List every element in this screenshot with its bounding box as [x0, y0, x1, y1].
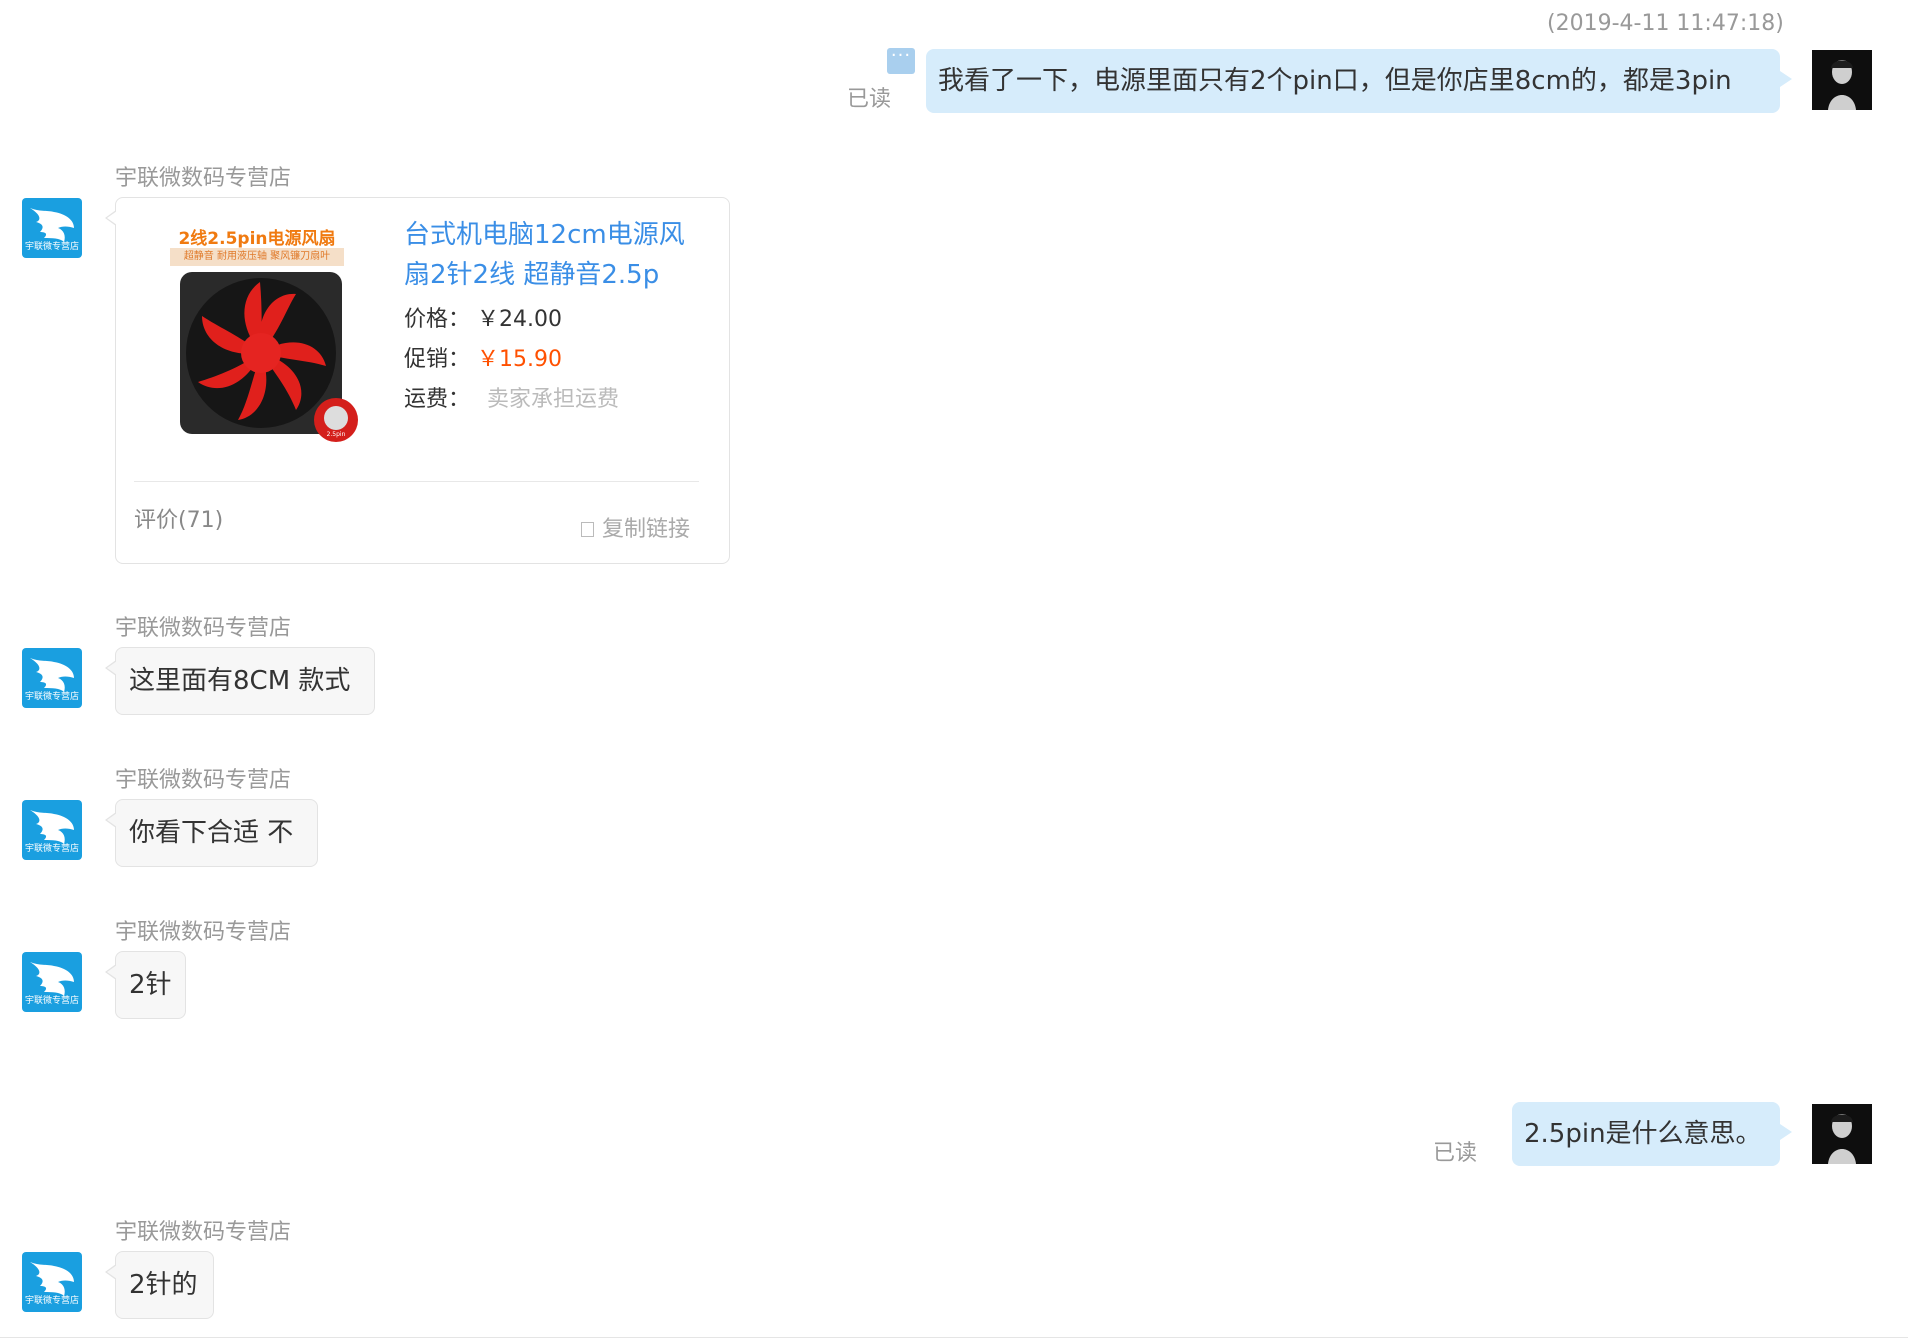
- bottom-divider: [0, 1337, 1908, 1338]
- promo-row: 促销： ￥15.90: [404, 341, 562, 373]
- shipping-row: 运费： 卖家承担运费: [404, 381, 619, 413]
- card-divider: [134, 481, 699, 482]
- shop-avatar[interactable]: 宇联微专营店: [22, 1252, 82, 1312]
- product-image-tagline: 超静音 耐用液压轴 聚风镰刀扇叶: [170, 248, 344, 266]
- product-title-link[interactable]: 台式机电脑12cm电源风扇2针2线 超静音2.5p: [404, 215, 709, 295]
- shop-avatar-label: 宇联微专营店: [24, 996, 79, 1006]
- promo-label: 促销：: [404, 347, 471, 372]
- copy-icon: [581, 522, 594, 537]
- incoming-message[interactable]: 你看下合适 不: [105, 799, 318, 867]
- sender-name: 宇联微数码专营店: [115, 920, 292, 945]
- outgoing-message[interactable]: 我看了一下，电源里面只有2个pin口，但是你店里8cm的，都是3pin: [926, 49, 1792, 113]
- shop-avatar[interactable]: 宇联微专营店: [22, 198, 82, 258]
- product-image-caption: 2线2.5pin电源风扇: [178, 229, 336, 249]
- shop-avatar-label: 宇联微专营店: [24, 844, 79, 854]
- original-price: ￥24.00: [477, 307, 562, 332]
- review-count-link[interactable]: 评价(71): [134, 502, 223, 534]
- shop-avatar[interactable]: 宇联微专营店: [22, 800, 82, 860]
- sender-name: 宇联微数码专营店: [115, 616, 292, 641]
- copy-link-button[interactable]: 复制链接: [581, 511, 690, 543]
- price-row: 价格： ￥24.00: [404, 301, 562, 333]
- shop-avatar[interactable]: 宇联微专营店: [22, 648, 82, 708]
- incoming-message[interactable]: 这里面有8CM 款式: [105, 647, 375, 715]
- shop-avatar-label: 宇联微专营店: [24, 1296, 79, 1306]
- copy-link-label: 复制链接: [602, 517, 691, 542]
- shop-avatar-label: 宇联微专营店: [24, 692, 79, 702]
- user-avatar-image: [1812, 50, 1872, 110]
- read-status: 已读: [847, 87, 892, 112]
- promo-price: ￥15.90: [477, 347, 562, 372]
- incoming-message[interactable]: 2针的: [105, 1251, 214, 1319]
- sender-name: 宇联微数码专营店: [115, 166, 292, 191]
- shop-avatar[interactable]: 宇联微专营店: [22, 952, 82, 1012]
- product-image[interactable]: 2线2.5pin电源风扇 超静音 耐用液压轴 聚风镰刀扇叶 2.5pin: [164, 224, 358, 442]
- sender-name: 宇联微数码专营店: [115, 1220, 292, 1245]
- read-status: 已读: [1433, 1141, 1478, 1166]
- incoming-message[interactable]: 2针: [105, 951, 186, 1019]
- shop-avatar-label: 宇联微专营店: [24, 242, 79, 252]
- fan-badge-label: 2.5pin: [327, 431, 346, 438]
- fan-illustration: 2.5pin: [180, 272, 358, 442]
- user-avatar-image: [1812, 1104, 1872, 1164]
- shipping-label: 运费：: [404, 387, 471, 412]
- more-options-icon[interactable]: ···: [887, 47, 915, 74]
- shipping-value: 卖家承担运费: [487, 387, 620, 412]
- price-label: 价格：: [404, 307, 471, 332]
- user-avatar[interactable]: [1812, 50, 1872, 110]
- outgoing-message[interactable]: 2.5pin是什么意思。: [1512, 1102, 1792, 1166]
- product-card[interactable]: 2线2.5pin电源风扇 超静音 耐用液压轴 聚风镰刀扇叶 2.5pin 台式机…: [105, 197, 730, 564]
- message-timestamp: (2019-4-11 11:47:18): [1547, 11, 1784, 36]
- sender-name: 宇联微数码专营店: [115, 768, 292, 793]
- user-avatar[interactable]: [1812, 1104, 1872, 1164]
